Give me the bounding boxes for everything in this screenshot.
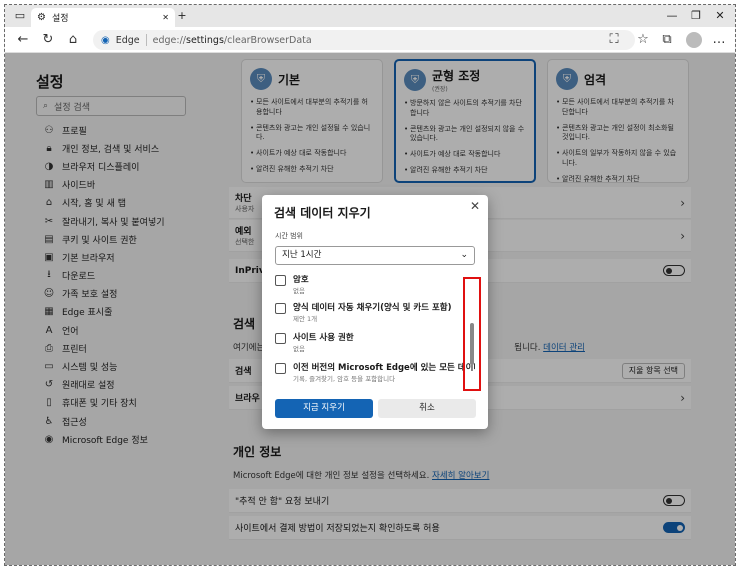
edge-logo-icon: ◉: [101, 34, 110, 46]
tab-bar: ▭ ⚙ 설정 ✕ + — ❐ ✕: [5, 5, 735, 27]
site-label: Edge: [115, 34, 140, 46]
minimize-icon[interactable]: —: [665, 9, 679, 23]
scrollbar-highlight-box: [463, 277, 481, 391]
screenshot-frame: ▭ ⚙ 설정 ✕ + — ❐ ✕ ← ↻ ⌂ ◉ Edge edge://set…: [4, 4, 736, 566]
url-text: edge://settings/clearBrowserData: [152, 34, 312, 46]
tab-actions-icon[interactable]: ▭: [13, 9, 27, 23]
checkbox[interactable]: [275, 333, 286, 344]
item-title: 사이트 사용 권한: [293, 333, 354, 343]
tab-settings[interactable]: ⚙ 설정 ✕: [31, 8, 175, 27]
item-title: 이전 버전의 Microsoft Edge에 있는 모든 데이터: [293, 363, 475, 373]
address-toolbar: ← ↻ ⌂ ◉ Edge edge://settings/clearBrowse…: [5, 27, 735, 53]
collections-icon[interactable]: ⧉: [659, 32, 675, 48]
clear-now-button[interactable]: 지금 지우기: [275, 399, 373, 418]
item-subtitle: 기록, 즐겨찾기, 암호 등을 포함합니다: [293, 375, 396, 383]
read-aloud-icon[interactable]: ⛶: [606, 32, 622, 48]
item-title: 암호: [293, 275, 309, 285]
checkbox[interactable]: [275, 303, 286, 314]
data-type-list: 암호 없음 양식 데이터 자동 채우기(양식 및 카드 포함) 제안 1개 사이트 사용…: [275, 275, 475, 383]
checkbox[interactable]: [275, 363, 286, 374]
restore-icon[interactable]: ❐: [689, 9, 703, 23]
item-title: 양식 데이터 자동 채우기(양식 및 카드 포함): [293, 303, 452, 313]
avatar[interactable]: [686, 32, 702, 48]
more-icon[interactable]: …: [711, 32, 727, 48]
dialog-title: 검색 데이터 지우기: [274, 206, 371, 220]
refresh-icon[interactable]: ↻: [40, 32, 56, 48]
gear-icon: ⚙: [37, 12, 46, 23]
item-subtitle: 없음: [293, 345, 305, 353]
home-icon[interactable]: ⌂: [65, 32, 81, 48]
chevron-down-icon: ⌄: [460, 250, 468, 260]
new-tab-button[interactable]: +: [175, 9, 189, 23]
time-range-label: 시간 범위: [275, 232, 303, 240]
tab-title: 설정: [51, 14, 69, 24]
time-range-value: 지난 1시간: [282, 250, 322, 260]
checkbox[interactable]: [275, 275, 286, 286]
favorites-icon[interactable]: ☆: [635, 32, 651, 48]
address-bar[interactable]: ◉ Edge edge://settings/clearBrowserData: [93, 30, 635, 50]
item-subtitle: 제안 1개: [293, 315, 318, 323]
divider: [145, 34, 147, 46]
close-icon[interactable]: ✕: [470, 199, 480, 213]
clear-data-dialog: 검색 데이터 지우기 ✕ 시간 범위 지난 1시간 ⌄ 암호 없음 양식 데이터 자…: [262, 195, 488, 429]
close-icon[interactable]: ✕: [162, 13, 169, 22]
item-subtitle: 없음: [293, 287, 305, 295]
window-close-icon[interactable]: ✕: [713, 9, 727, 23]
time-range-select[interactable]: 지난 1시간 ⌄: [275, 246, 475, 265]
back-icon[interactable]: ←: [15, 32, 31, 48]
cancel-button[interactable]: 취소: [378, 399, 476, 418]
